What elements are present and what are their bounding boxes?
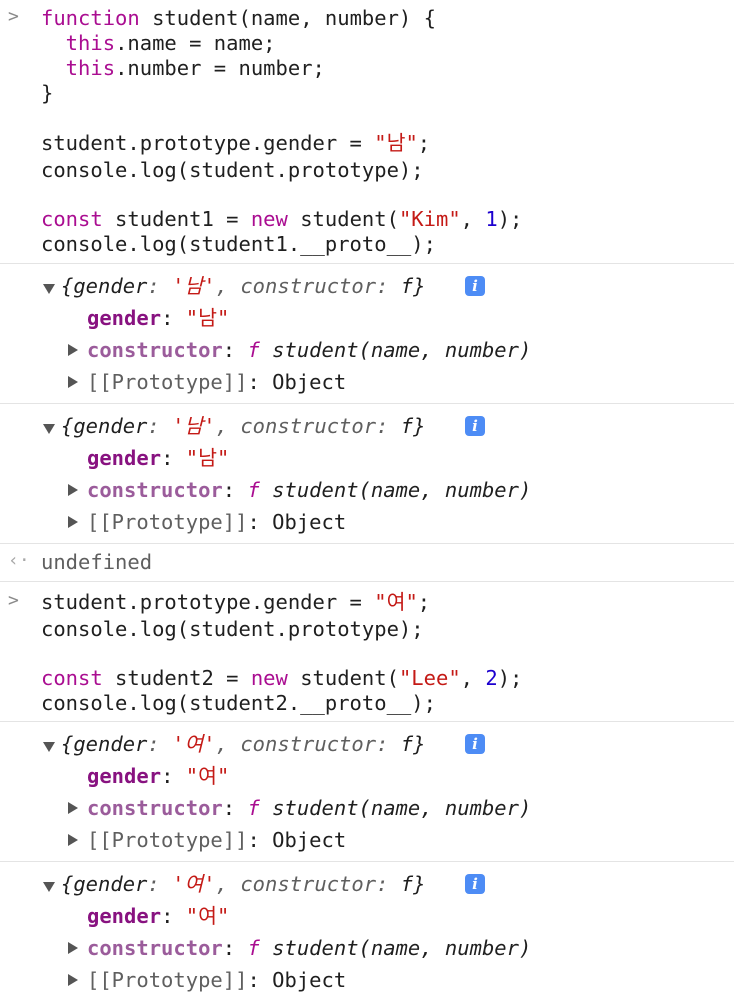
property-gender: gender: "여" (87, 764, 230, 788)
expand-triangle-icon[interactable] (68, 484, 78, 496)
expand-triangle-icon[interactable] (68, 376, 78, 388)
expand-triangle-icon[interactable] (68, 974, 78, 986)
chevron-right-icon: > (8, 6, 19, 27)
object-summary[interactable]: {gender: '남', constructor: f} (61, 274, 425, 299)
console-log-object: {gender: '여', constructor: f} i gender: … (0, 862, 734, 996)
object-summary[interactable]: {gender: '여', constructor: f} (61, 732, 425, 757)
console-input-entry[interactable]: > function student(name, number) { this.… (0, 0, 734, 264)
expand-triangle-icon[interactable] (68, 834, 78, 846)
property-gender: gender: "남" (87, 306, 230, 330)
code-line: student.prototype.gender = "남"; (41, 131, 431, 155)
property-prototype[interactable]: [[Prototype]]: Object (87, 828, 346, 853)
console-log-object: {gender: '여', constructor: f} i gender: … (0, 722, 734, 862)
return-value: undefined (41, 550, 153, 574)
console-return-entry: ‹· undefined (0, 544, 734, 582)
console-log-object: {gender: '남', constructor: f} i gender: … (0, 264, 734, 404)
code-line: student.prototype.gender = "여"; (41, 590, 431, 614)
property-gender: gender: "남" (87, 446, 230, 470)
property-constructor[interactable]: constructor: f student(name, number) (87, 936, 531, 961)
property-gender: gender: "여" (87, 904, 230, 928)
property-constructor[interactable]: constructor: f student(name, number) (87, 478, 531, 503)
expand-triangle-icon[interactable] (43, 424, 55, 434)
code-line: console.log(student.prototype); (41, 158, 424, 182)
console-input-entry[interactable]: > student.prototype.gender = "여"; consol… (0, 582, 734, 722)
property-prototype[interactable]: [[Prototype]]: Object (87, 968, 346, 993)
info-icon[interactable]: i (465, 874, 485, 894)
code-line: const student2 = new student("Lee", 2); (41, 666, 523, 690)
code-line: console.log(student.prototype); (41, 617, 424, 641)
expand-triangle-icon[interactable] (43, 882, 55, 892)
code-line: console.log(student1.__proto__); (41, 232, 436, 256)
info-icon[interactable]: i (465, 416, 485, 436)
expand-triangle-icon[interactable] (68, 942, 78, 954)
chevron-right-icon: > (8, 590, 19, 611)
object-summary[interactable]: {gender: '남', constructor: f} (61, 414, 425, 439)
code-line: this.number = number; (41, 56, 325, 80)
console-log-object: {gender: '남', constructor: f} i gender: … (0, 404, 734, 544)
object-summary[interactable]: {gender: '여', constructor: f} (61, 872, 425, 897)
code-line: this.name = name; (41, 31, 276, 55)
expand-triangle-icon[interactable] (68, 344, 78, 356)
code-line: function student(name, number) { (41, 6, 436, 30)
code-line: const student1 = new student("Kim", 1); (41, 207, 523, 231)
expand-triangle-icon[interactable] (43, 284, 55, 294)
expand-triangle-icon[interactable] (43, 742, 55, 752)
expand-triangle-icon[interactable] (68, 802, 78, 814)
return-arrow-icon: ‹· (8, 550, 30, 571)
info-icon[interactable]: i (465, 276, 485, 296)
code-line: } (41, 81, 54, 105)
info-icon[interactable]: i (465, 734, 485, 754)
expand-triangle-icon[interactable] (68, 516, 78, 528)
property-prototype[interactable]: [[Prototype]]: Object (87, 510, 346, 535)
property-constructor[interactable]: constructor: f student(name, number) (87, 338, 531, 363)
property-constructor[interactable]: constructor: f student(name, number) (87, 796, 531, 821)
code-line: console.log(student2.__proto__); (41, 691, 436, 715)
property-prototype[interactable]: [[Prototype]]: Object (87, 370, 346, 395)
